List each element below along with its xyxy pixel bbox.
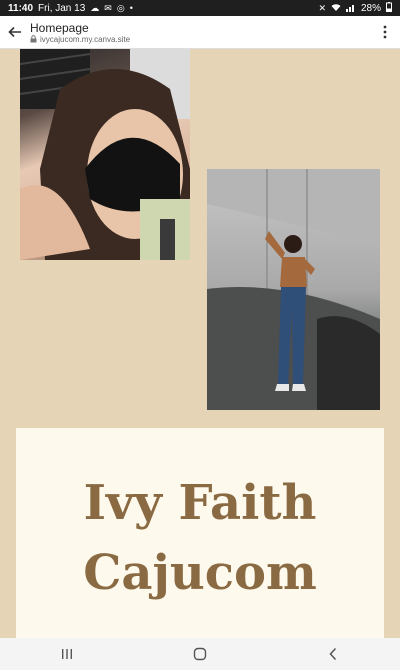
home-button[interactable]: [170, 638, 230, 670]
page-title-area[interactable]: Homepage ivycajucom.my.canva.site: [30, 21, 370, 44]
home-icon: [193, 647, 207, 661]
status-time: 11:40: [8, 2, 34, 14]
signal-icon: [345, 3, 356, 14]
selfie-photo: [20, 49, 190, 260]
nav-back-button[interactable]: [303, 638, 363, 670]
instagram-icon: ◎: [116, 2, 125, 13]
wifi-icon: [331, 3, 341, 14]
page-content[interactable]: Ivy Faith Cajucom: [0, 49, 400, 638]
battery-percent: 28%: [360, 2, 381, 14]
page-title: Homepage: [30, 20, 89, 35]
mute-icon: ✕: [318, 2, 326, 13]
status-left: 11:40 Fri, Jan 13 ☁ ✉ ◎ •: [8, 3, 133, 14]
page-url: ivycajucom.my.canva.site: [40, 34, 131, 44]
battery-icon: [386, 2, 392, 14]
name-first-line: Ivy Faith: [83, 475, 317, 531]
name-card: Ivy Faith Cajucom: [16, 428, 384, 638]
status-date: Fri, Jan 13: [38, 2, 86, 14]
back-chevron-icon: [329, 647, 337, 661]
recents-button[interactable]: [37, 638, 97, 670]
dot-icon: •: [129, 2, 133, 13]
back-button[interactable]: [0, 16, 30, 49]
recents-icon: [61, 649, 72, 659]
status-right: ✕ 28%: [318, 2, 392, 14]
more-vert-icon: [383, 25, 387, 39]
arrow-left-icon: [8, 26, 21, 38]
menu-button[interactable]: [370, 16, 400, 49]
url-row: ivycajucom.my.canva.site: [30, 35, 370, 44]
mail-icon: ✉: [104, 2, 112, 13]
browser-toolbar: Homepage ivycajucom.my.canva.site: [0, 16, 400, 49]
lock-icon: [30, 35, 37, 43]
status-bar: 11:40 Fri, Jan 13 ☁ ✉ ◎ • ✕ 28%: [0, 0, 400, 16]
name-second-line: Cajucom: [83, 545, 317, 601]
cloud-icon: ☁: [90, 2, 100, 13]
full-body-photo: [207, 169, 380, 410]
navigation-bar: [0, 638, 400, 670]
